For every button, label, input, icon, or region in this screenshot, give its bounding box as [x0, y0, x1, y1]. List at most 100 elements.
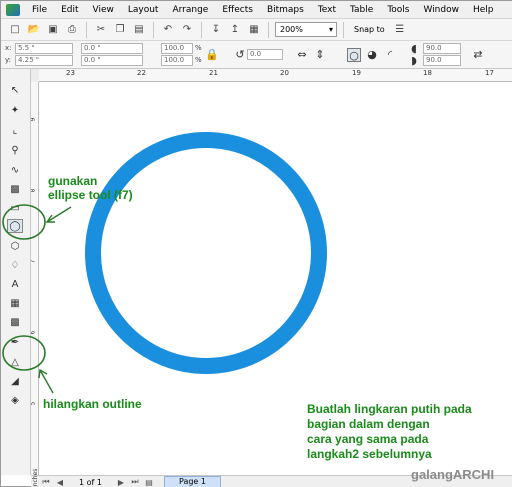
property-bar: x: 5.5 " y: 4.25 " 0.0 " 0.0 " 100.0 % 1…: [1, 41, 512, 69]
polygon-tool-icon[interactable]: ⬡: [7, 239, 23, 253]
toolbar-separator: [86, 21, 87, 38]
smart-fill-icon[interactable]: ▩: [7, 182, 23, 196]
menu-tools[interactable]: Tools: [380, 1, 416, 19]
app-launcher-icon[interactable]: ▦: [246, 22, 262, 38]
menu-layout[interactable]: Layout: [121, 1, 166, 19]
prev-page-icon[interactable]: ◀: [55, 478, 65, 487]
pick-tool-icon[interactable]: ↖: [7, 83, 23, 97]
rotation-icon: ↺: [235, 48, 245, 61]
freehand-tool-icon[interactable]: ∿: [7, 163, 23, 177]
ellipse-mode-icon[interactable]: ○: [347, 48, 361, 62]
menu-bitmaps[interactable]: Bitmaps: [260, 1, 311, 19]
mirror-horizontal-icon[interactable]: ⇔: [295, 48, 309, 62]
interactive-blend-icon[interactable]: ▩: [7, 315, 23, 329]
outline-pen-icon[interactable]: △: [7, 355, 23, 369]
coreldraw-window: File Edit View Layout Arrange Effects Bi…: [0, 0, 512, 487]
width-field[interactable]: 0.0 ": [81, 43, 143, 54]
zoom-tool-icon[interactable]: ⚲: [7, 143, 23, 157]
redo-icon[interactable]: ↷: [179, 22, 195, 38]
import-icon[interactable]: ↧: [208, 22, 224, 38]
text-tool-icon[interactable]: A: [7, 277, 23, 291]
scale-height-field[interactable]: 100.0: [161, 55, 193, 66]
horizontal-ruler[interactable]: 23 22 21 20 19 18 17: [39, 69, 512, 82]
menu-edit[interactable]: Edit: [54, 1, 85, 19]
annotation-line: cara yang sama pada: [307, 432, 429, 446]
arc-mode-icon[interactable]: ◜: [383, 48, 397, 62]
fill-tool-icon[interactable]: ◢: [7, 374, 23, 388]
end-angle-icon: ◗: [411, 54, 417, 67]
start-angle-field[interactable]: 90.0: [423, 43, 461, 54]
direction-icon[interactable]: ⇄: [471, 48, 485, 62]
cut-icon[interactable]: ✂: [93, 22, 109, 38]
menu-effects[interactable]: Effects: [215, 1, 260, 19]
ellipse-tool-annotation: gunakan ellipse tool (f7): [48, 174, 133, 202]
open-icon[interactable]: 📂: [26, 22, 42, 38]
print-icon[interactable]: ⎙: [64, 22, 80, 38]
basic-shapes-icon[interactable]: ♢: [7, 258, 23, 272]
toolbar-separator: [268, 21, 269, 38]
y-position-field[interactable]: 4.25 ": [15, 55, 73, 66]
instruction-annotation: Buatlah lingkaran putih pada bagian dala…: [307, 402, 472, 462]
app-logo-icon: [6, 3, 20, 16]
first-page-icon[interactable]: ⏮: [41, 477, 51, 487]
interactive-fill-icon[interactable]: ◈: [7, 393, 23, 407]
ruler-tick: 18: [423, 69, 432, 77]
ellipse-tool-icon[interactable]: ◯: [7, 219, 23, 233]
rotation-field[interactable]: 0.0: [247, 49, 283, 60]
menu-window[interactable]: Window: [416, 1, 466, 19]
menu-bar: File Edit View Layout Arrange Effects Bi…: [1, 1, 512, 19]
menu-file[interactable]: File: [25, 1, 54, 19]
annotation-line: langkah2 sebelumnya: [307, 447, 432, 461]
rectangle-tool-icon[interactable]: ▭: [7, 201, 23, 215]
export-icon[interactable]: ↥: [227, 22, 243, 38]
ruler-tick: 20: [280, 69, 289, 77]
percent-label: %: [195, 44, 202, 52]
new-icon[interactable]: □: [7, 22, 23, 38]
last-page-icon[interactable]: ⏭: [130, 477, 140, 487]
annotation-line: gunakan: [48, 174, 98, 188]
menu-table[interactable]: Table: [343, 1, 380, 19]
lock-ratio-icon[interactable]: 🔒: [205, 48, 219, 62]
x-label: x:: [5, 44, 12, 52]
standard-toolbar: □ 📂 ▣ ⎙ ✂ ❐ ▤ ↶ ↷ ↧ ↥ ▦ 200% Snap to ☰: [1, 19, 512, 41]
options-icon[interactable]: ☰: [392, 22, 408, 38]
shape-tool-icon[interactable]: ✦: [7, 103, 23, 117]
toolbox: ↖ ✦ ⌞ ⚲ ∿ ▩ ▭ ◯ ⬡ ♢ A ▦ ▩ ✒ △ ◢ ◈: [1, 69, 31, 475]
scale-width-field[interactable]: 100.0: [161, 43, 193, 54]
add-page-icon[interactable]: ▤: [144, 478, 154, 487]
x-position-field[interactable]: 5.5 ": [15, 43, 73, 54]
save-icon[interactable]: ▣: [45, 22, 61, 38]
menu-help[interactable]: Help: [466, 1, 501, 19]
snap-to-dropdown[interactable]: Snap to: [350, 25, 389, 34]
end-angle-field[interactable]: 90.0: [423, 55, 461, 66]
annotation-line: Buatlah lingkaran putih pada: [307, 402, 472, 416]
ruler-tick: 21: [209, 69, 218, 77]
annotation-line: ellipse tool (f7): [48, 188, 133, 202]
y-label: y:: [5, 56, 11, 64]
menu-arrange[interactable]: Arrange: [165, 1, 215, 19]
undo-icon[interactable]: ↶: [160, 22, 176, 38]
eyedropper-icon[interactable]: ✒: [7, 335, 23, 349]
pie-mode-icon[interactable]: ◕: [365, 48, 379, 62]
outline-annotation: hilangkan outline: [43, 397, 142, 411]
next-page-icon[interactable]: ▶: [116, 478, 126, 487]
page-count: 1 of 1: [79, 477, 102, 487]
ruler-corner[interactable]: [31, 69, 39, 82]
ruler-tick: 19: [352, 69, 361, 77]
mirror-vertical-icon[interactable]: ⇕: [313, 48, 327, 62]
menu-view[interactable]: View: [86, 1, 121, 19]
ruler-tick: 17: [485, 69, 494, 77]
menu-text[interactable]: Text: [311, 1, 343, 19]
toolbar-separator: [153, 21, 154, 38]
table-tool-icon[interactable]: ▦: [7, 296, 23, 310]
crop-tool-icon[interactable]: ⌞: [7, 123, 23, 137]
vertical-ruler[interactable]: 9 8 7 6 5: [29, 82, 39, 475]
start-angle-icon: ◖: [411, 42, 417, 55]
toolbar-separator: [343, 21, 344, 38]
paste-icon[interactable]: ▤: [131, 22, 147, 38]
toolbar-separator: [201, 21, 202, 38]
page-tab[interactable]: Page 1: [163, 476, 221, 487]
height-field[interactable]: 0.0 ": [81, 55, 143, 66]
zoom-level-select[interactable]: 200%: [275, 22, 337, 37]
copy-icon[interactable]: ❐: [112, 22, 128, 38]
